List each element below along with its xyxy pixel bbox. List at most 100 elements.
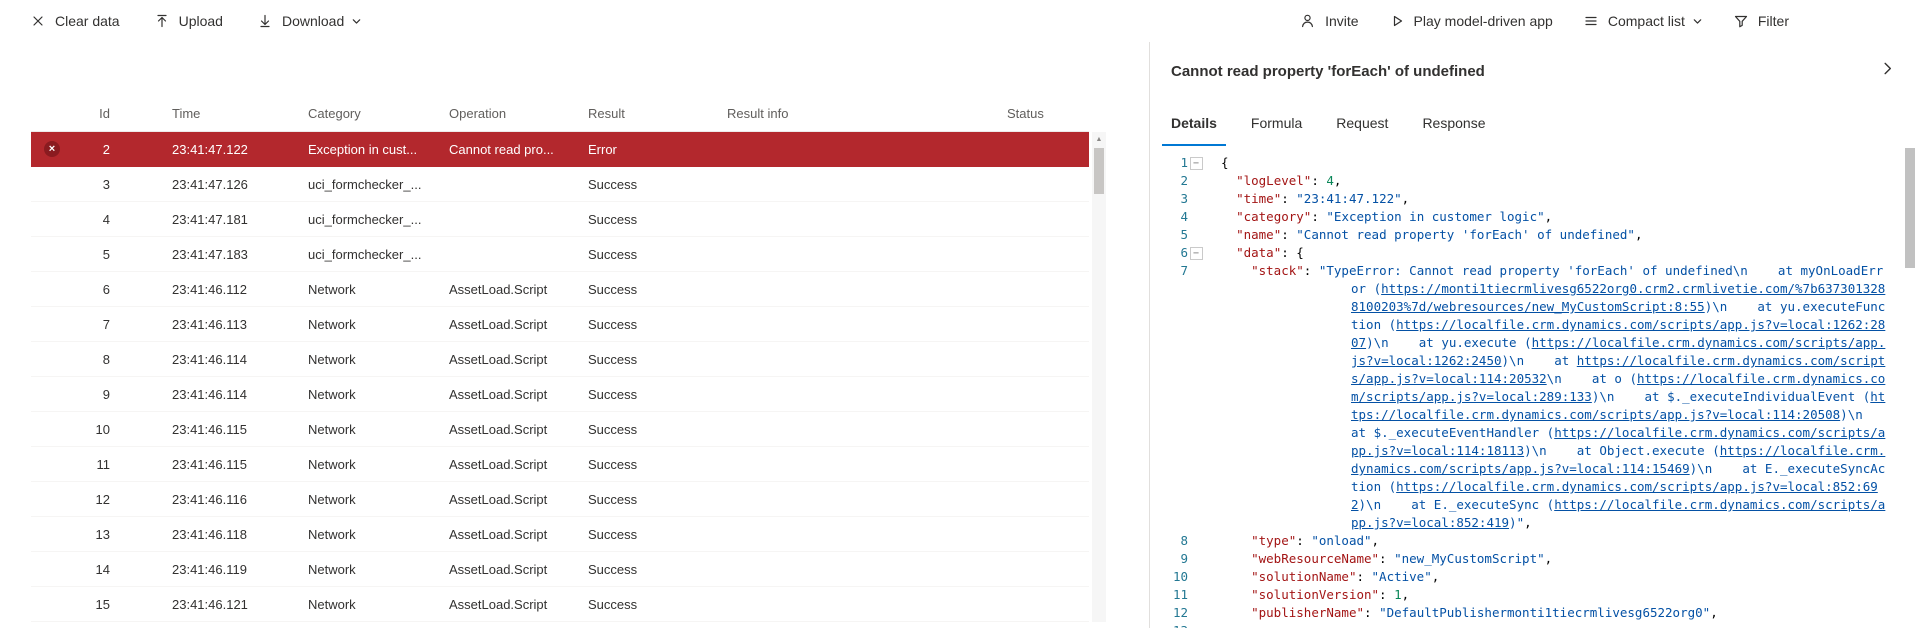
scroll-up-arrow[interactable]: ▲ — [1092, 132, 1106, 148]
code-text: "category": "Exception in customer logic… — [1221, 208, 1887, 226]
cell-category: Network — [308, 562, 449, 577]
table-row[interactable]: 1123:41:46.115NetworkAssetLoad.ScriptSuc… — [31, 447, 1089, 482]
table-row[interactable]: 823:41:46.114NetworkAssetLoad.ScriptSucc… — [31, 342, 1089, 377]
person-add-icon — [1300, 13, 1316, 29]
code-token — [1221, 623, 1251, 628]
chevron-down-icon — [1692, 16, 1703, 27]
toolbar-item-clear-data[interactable]: Clear data — [30, 0, 120, 42]
code-line: 6− "data": { — [1150, 244, 1917, 262]
cell-category: uci_formchecker_... — [308, 247, 449, 262]
tab-request[interactable]: Request — [1327, 100, 1397, 146]
table-row[interactable]: 1323:41:46.118NetworkAssetLoad.ScriptSuc… — [31, 517, 1089, 552]
cell-id: 13 — [31, 527, 172, 542]
table-row[interactable]: 1423:41:46.119NetworkAssetLoad.ScriptSuc… — [31, 552, 1089, 587]
filter-icon — [1733, 13, 1749, 29]
toolbar-item-upload[interactable]: Upload — [154, 0, 223, 42]
cell-result: Success — [588, 422, 727, 437]
grid-scrollbar[interactable]: ▲ — [1092, 132, 1106, 622]
toolbar-item-play-model-driven-app[interactable]: Play model-driven app — [1389, 0, 1553, 42]
cell-id: 8 — [31, 352, 172, 367]
table-row[interactable]: 723:41:46.113NetworkAssetLoad.ScriptSucc… — [31, 307, 1089, 342]
fold-toggle[interactable]: − — [1190, 247, 1203, 260]
grid-scrollbar-thumb[interactable] — [1094, 148, 1104, 194]
table-row[interactable]: 923:41:46.114NetworkAssetLoad.ScriptSucc… — [31, 377, 1089, 412]
code-line: 8 "type": "onload", — [1150, 532, 1917, 550]
column-header-id[interactable]: Id — [31, 106, 172, 121]
cell-result: Success — [588, 597, 727, 612]
cell-time: 23:41:46.116 — [172, 492, 308, 507]
code-token: "data" — [1236, 245, 1281, 260]
cell-id: 5 — [31, 247, 172, 262]
tab-details[interactable]: Details — [1162, 100, 1226, 146]
editor-scrollbar-thumb[interactable] — [1905, 148, 1915, 268]
code-token: , — [1635, 227, 1643, 242]
cell-operation: AssetLoad.Script — [449, 282, 588, 297]
code-token: )\n at $._executeIndividualEvent ( — [1592, 389, 1870, 404]
table-row[interactable]: 323:41:47.126uci_formchecker_...Success — [31, 167, 1089, 202]
fold-gutter — [1188, 532, 1204, 550]
cell-time: 23:41:47.181 — [172, 212, 308, 227]
toolbar-item-compact-list[interactable]: Compact list — [1583, 0, 1703, 42]
column-header-result[interactable]: Result — [588, 106, 727, 121]
code-line: 3 "time": "23:41:47.122", — [1150, 190, 1917, 208]
cell-operation: AssetLoad.Script — [449, 527, 588, 542]
column-header-time[interactable]: Time — [172, 106, 308, 121]
code-token: , — [1545, 551, 1553, 566]
code-token: "Active" — [1372, 569, 1432, 584]
table-row[interactable]: 1023:41:46.115NetworkAssetLoad.ScriptSuc… — [31, 412, 1089, 447]
tab-response[interactable]: Response — [1413, 100, 1494, 146]
editor-scrollbar[interactable] — [1903, 146, 1917, 628]
line-number: 2 — [1150, 172, 1188, 190]
toolbar-item-label: Compact list — [1608, 13, 1685, 29]
code-token: : — [1379, 551, 1394, 566]
code-text: "publisherName": "DefaultPublishermonti1… — [1221, 604, 1887, 622]
chevron-down-icon — [351, 16, 362, 27]
table-row[interactable]: 1523:41:46.121NetworkAssetLoad.ScriptSuc… — [31, 587, 1089, 622]
column-header-result_info[interactable]: Result info — [727, 106, 1007, 121]
table-row[interactable]: 423:41:47.181uci_formchecker_...Success — [31, 202, 1089, 237]
cell-time: 23:41:46.112 — [172, 282, 308, 297]
toolbar-item-invite[interactable]: Invite — [1300, 0, 1358, 42]
code-token: \n at o ( — [1547, 371, 1637, 386]
command-bar-right: Invite Play model-driven app Compact list F… — [1270, 0, 1917, 42]
table-row[interactable]: ×223:41:47.122Exception in cust...Cannot… — [31, 132, 1089, 167]
cell-operation: AssetLoad.Script — [449, 317, 588, 332]
fold-toggle[interactable]: − — [1190, 157, 1203, 170]
toolbar-item-label: Clear data — [55, 13, 120, 29]
table-row[interactable]: 623:41:46.112NetworkAssetLoad.ScriptSucc… — [31, 272, 1089, 307]
code-token: "stack" — [1251, 263, 1304, 278]
toolbar-item-download[interactable]: Download — [257, 0, 362, 42]
cell-time: 23:41:46.115 — [172, 457, 308, 472]
code-text: "time": "23:41:47.122", — [1221, 190, 1887, 208]
cell-id: 9 — [31, 387, 172, 402]
column-header-operation[interactable]: Operation — [449, 106, 588, 121]
code-line: 13 — [1150, 622, 1917, 628]
column-header-status[interactable]: Status — [1007, 106, 1089, 121]
cell-result: Success — [588, 282, 727, 297]
tab-formula[interactable]: Formula — [1242, 100, 1311, 146]
json-code-viewer[interactable]: 1−{2 "logLevel": 4,3 "time": "23:41:47.1… — [1150, 146, 1917, 628]
code-token: : — [1311, 209, 1326, 224]
toolbar-item-filter[interactable]: Filter — [1733, 0, 1789, 42]
code-token: "new_MyCustomScript" — [1394, 551, 1545, 566]
code-token: : — [1379, 587, 1394, 602]
code-token: "Cannot read property 'forEach' of undef… — [1296, 227, 1635, 242]
code-text: "logLevel": 4, — [1221, 172, 1887, 190]
cell-operation: AssetLoad.Script — [449, 387, 588, 402]
grid-header: IdTimeCategoryOperationResultResult info… — [31, 96, 1089, 132]
table-row[interactable]: 1223:41:46.116NetworkAssetLoad.ScriptSuc… — [31, 482, 1089, 517]
code-line: 12 "publisherName": "DefaultPublishermon… — [1150, 604, 1917, 622]
fold-gutter — [1188, 208, 1204, 226]
expand-panel-button[interactable] — [1880, 61, 1895, 81]
table-row[interactable]: 523:41:47.183uci_formchecker_...Success — [31, 237, 1089, 272]
code-token: , — [1710, 605, 1718, 620]
toolbar-item-label: Download — [282, 13, 344, 29]
cell-time: 23:41:46.119 — [172, 562, 308, 577]
code-token — [1221, 245, 1236, 260]
code-token — [1221, 263, 1251, 278]
code-token: "Exception in customer logic" — [1326, 209, 1544, 224]
line-number: 8 — [1150, 532, 1188, 550]
column-header-category[interactable]: Category — [308, 106, 449, 121]
line-number: 12 — [1150, 604, 1188, 622]
code-line: 5 "name": "Cannot read property 'forEach… — [1150, 226, 1917, 244]
